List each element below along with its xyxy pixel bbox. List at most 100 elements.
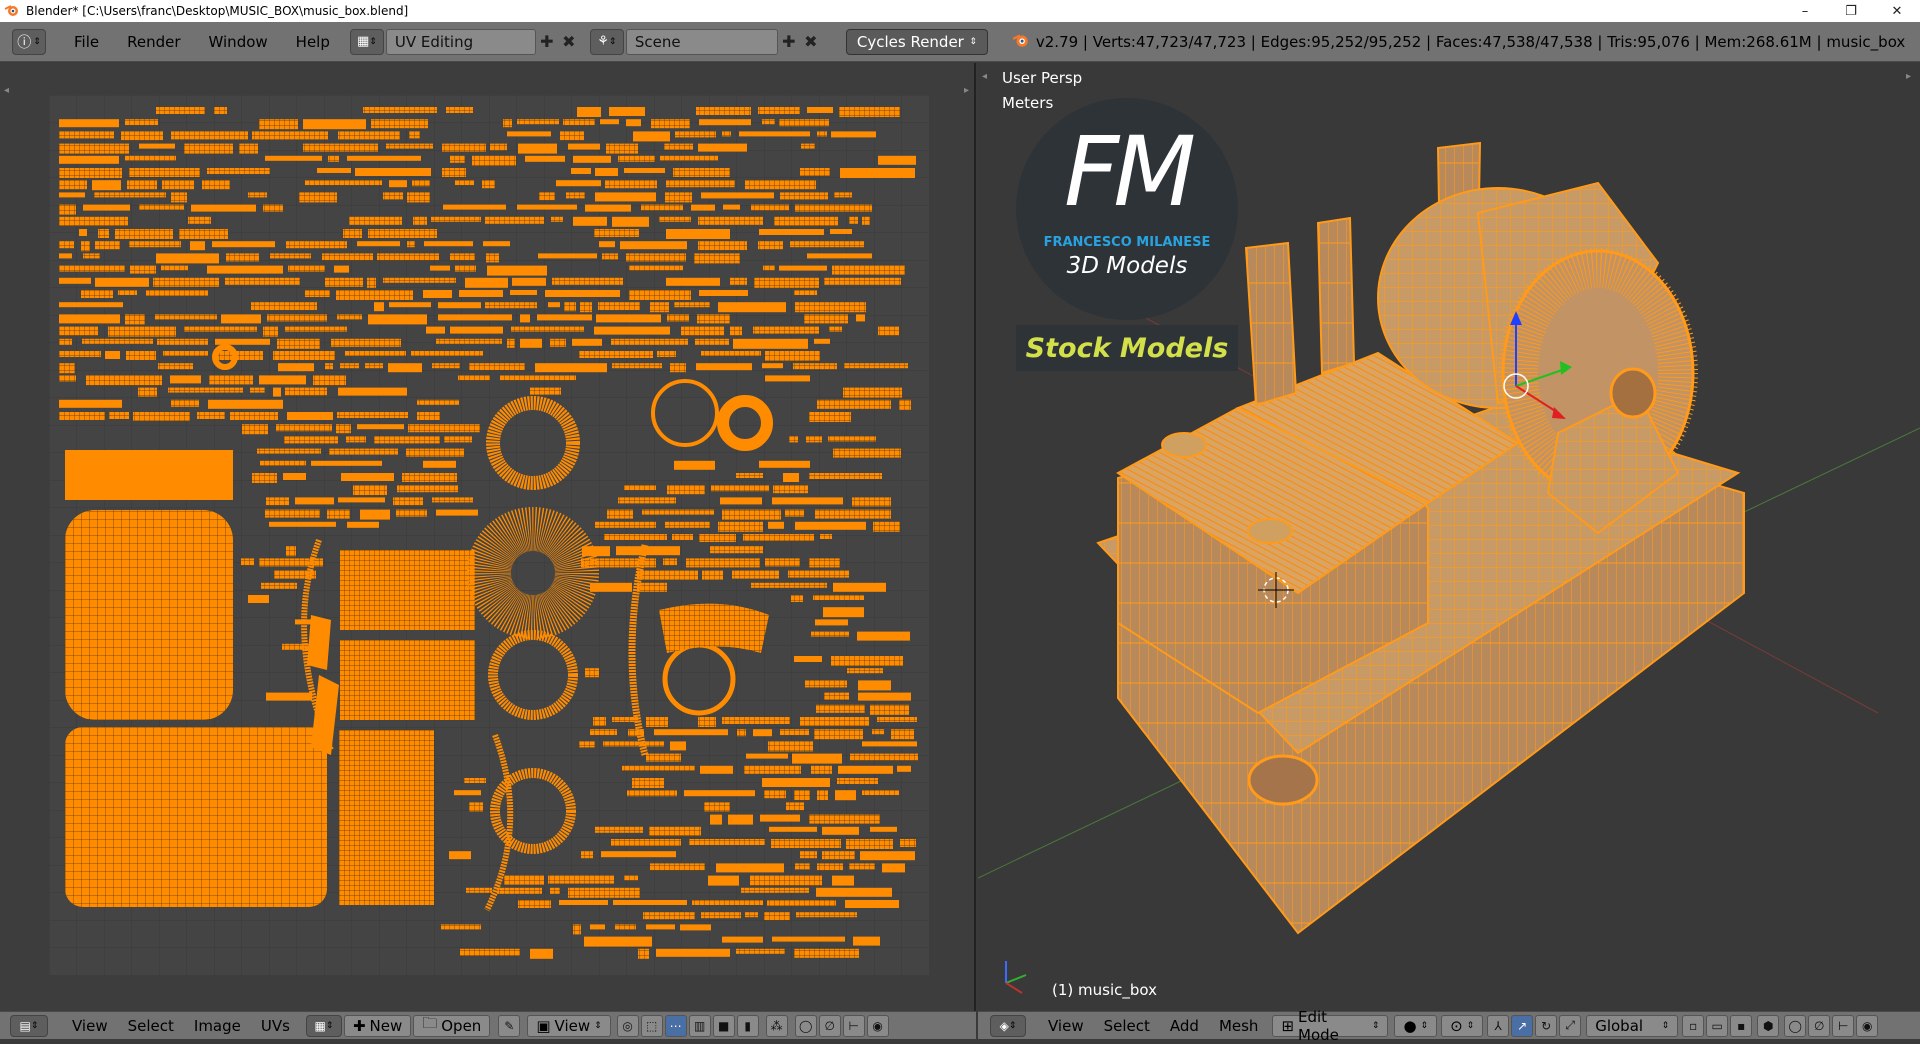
uv-island <box>472 155 516 166</box>
screen-layout-field[interactable]: UV Editing <box>385 28 536 55</box>
uv-island <box>624 168 665 173</box>
remove-screen-icon[interactable]: ✖ <box>558 31 580 53</box>
uv-island <box>550 338 566 347</box>
render-engine-dropdown[interactable]: Cycles Render ⇕ <box>845 28 988 55</box>
scale-manipulator-icon[interactable]: ⤢ <box>1559 1014 1582 1037</box>
island-select-icon[interactable]: ▮ <box>736 1014 759 1037</box>
uv-view-mode-dropdown[interactable]: ▣ View ⇕ <box>527 1014 611 1037</box>
menu-window[interactable]: Window <box>195 33 282 51</box>
pivot-dropdown[interactable]: ⊙ ⇕ <box>1441 1014 1484 1037</box>
open-image-button[interactable]: 🗀 Open <box>413 1014 491 1037</box>
manipulator-toggle-icon[interactable]: ⅄ <box>1487 1014 1510 1037</box>
uv-island <box>383 277 456 283</box>
snap-icon[interactable]: ∅ <box>818 1014 841 1037</box>
uv-island <box>353 485 387 496</box>
uv-island <box>338 131 400 140</box>
vertex-select-mode-icon[interactable]: ▫ <box>1682 1014 1705 1037</box>
screen-layout-icon-button[interactable]: ▦ ⇕ <box>349 28 384 55</box>
3d-viewport[interactable]: ◂ ▸ User Persp Meters FM FRANCESCO MILAN… <box>978 63 1920 1011</box>
uv-island <box>510 290 537 295</box>
viewport-editor-type-button[interactable]: ◈ ⇕ <box>990 1014 1026 1037</box>
sticky-mode-icon[interactable]: ⁂ <box>765 1014 788 1037</box>
uv-editor[interactable]: ◂ ▸ <box>0 63 976 1011</box>
uv-island <box>466 887 492 893</box>
scene-icon-button[interactable]: ⚘ ⇕ <box>589 28 624 55</box>
uv-menu-image[interactable]: Image <box>184 1017 251 1035</box>
editor-type-info-button[interactable]: ⓘ ⇕ <box>12 28 46 55</box>
new-image-label: New <box>369 1016 403 1035</box>
uv-island <box>660 155 718 161</box>
face-select-mode-icon[interactable]: ▪ <box>1730 1014 1753 1037</box>
uv-island <box>773 485 808 494</box>
vp-menu-view[interactable]: View <box>1038 1017 1094 1035</box>
uv-island <box>850 753 918 761</box>
transform-orientation-dropdown[interactable]: Global ⇕ <box>1586 1014 1679 1037</box>
edge-select-icon[interactable]: ▥ <box>688 1014 711 1037</box>
add-scene-icon[interactable]: ✚ <box>778 31 800 53</box>
opengl-render-icon[interactable]: ◉ <box>1856 1014 1879 1037</box>
uv-island <box>153 277 219 287</box>
uv-island <box>698 143 747 152</box>
uv-island <box>263 326 278 337</box>
uv-editor-type-button[interactable]: ▤ ⇕ <box>10 1014 48 1037</box>
vp-menu-select[interactable]: Select <box>1094 1017 1160 1035</box>
shading-dropdown[interactable]: ● ⇕ <box>1394 1014 1438 1037</box>
uv-menu-select[interactable]: Select <box>118 1017 184 1035</box>
add-screen-icon[interactable]: ✚ <box>536 31 558 53</box>
uv-island <box>795 204 872 212</box>
uv-island <box>260 460 306 466</box>
uv-island <box>207 168 270 174</box>
proportional-edit-icon[interactable]: ◯ <box>794 1014 817 1037</box>
scene-field[interactable]: Scene <box>625 28 778 55</box>
updown-icon: ⇕ <box>325 1020 334 1031</box>
uv-layout-canvas[interactable] <box>49 95 929 975</box>
occlude-geometry-icon[interactable]: ⬢ <box>1757 1014 1780 1037</box>
translate-manipulator-icon[interactable]: ↗ <box>1511 1014 1534 1037</box>
menu-file[interactable]: File <box>60 33 113 51</box>
uv-island <box>92 180 121 191</box>
interaction-mode-dropdown[interactable]: ⊞ Edit Mode ⇕ <box>1272 1008 1389 1044</box>
uv-island <box>758 107 800 114</box>
uv-island <box>595 192 656 202</box>
menu-render[interactable]: Render <box>113 33 194 51</box>
new-image-button[interactable]: ✚ New <box>343 1014 412 1037</box>
remove-scene-icon[interactable]: ✖ <box>800 31 822 53</box>
vp-menu-mesh[interactable]: Mesh <box>1209 1017 1269 1035</box>
proportional-edit-icon[interactable]: ◯ <box>1784 1014 1807 1037</box>
uv-island <box>563 119 595 126</box>
pin-icon[interactable]: ✎ <box>498 1014 521 1037</box>
uv-menu-view[interactable]: View <box>62 1017 118 1035</box>
edge-select-mode-icon[interactable]: ▭ <box>1706 1014 1729 1037</box>
uv-island <box>368 229 437 238</box>
snap-element-icon[interactable]: ⊢ <box>1832 1014 1855 1037</box>
uv-island <box>566 192 585 199</box>
face-select-icon[interactable]: ■ <box>712 1014 735 1037</box>
uv-snap-element-icon[interactable]: ⊢ <box>842 1014 865 1037</box>
render-preview-icon[interactable]: ◉ <box>866 1014 889 1037</box>
uv-island <box>746 753 788 759</box>
uv-island <box>560 131 584 141</box>
properties-toggle-icon[interactable]: ▸ <box>964 85 974 96</box>
vertex-select-icon[interactable]: ⋯ <box>664 1014 687 1037</box>
uv-island <box>603 741 664 747</box>
uv-island <box>609 107 645 116</box>
updown-icon: ⇕ <box>1466 1020 1475 1031</box>
uv-menu-uvs[interactable]: UVs <box>251 1017 300 1035</box>
uv-island <box>334 265 349 273</box>
sync-select-icon[interactable]: ⬚ <box>640 1014 663 1037</box>
image-browse-button[interactable]: ▦ ⇕ <box>305 1014 342 1037</box>
minimize-button[interactable]: – <box>1782 0 1828 22</box>
restore-button[interactable]: ❐ <box>1828 0 1874 22</box>
snap-toggle-icon[interactable]: ∅ <box>1808 1014 1831 1037</box>
pivot-icon[interactable]: ◎ <box>616 1014 639 1037</box>
toolshelf-toggle-icon[interactable]: ◂ <box>4 85 14 96</box>
uv-editor-header: ▤ ⇕ View Select Image UVs ▦ ⇕ ✚ New 🗀 Open ✎… <box>0 1011 976 1039</box>
close-window-button[interactable]: ✕ <box>1874 0 1920 22</box>
menu-help[interactable]: Help <box>282 33 344 51</box>
uv-island <box>161 265 188 271</box>
vp-menu-add[interactable]: Add <box>1160 1017 1209 1035</box>
uv-island <box>606 143 638 154</box>
uv-island <box>891 729 914 740</box>
uv-island <box>736 473 763 478</box>
rotate-manipulator-icon[interactable]: ↻ <box>1535 1014 1558 1037</box>
